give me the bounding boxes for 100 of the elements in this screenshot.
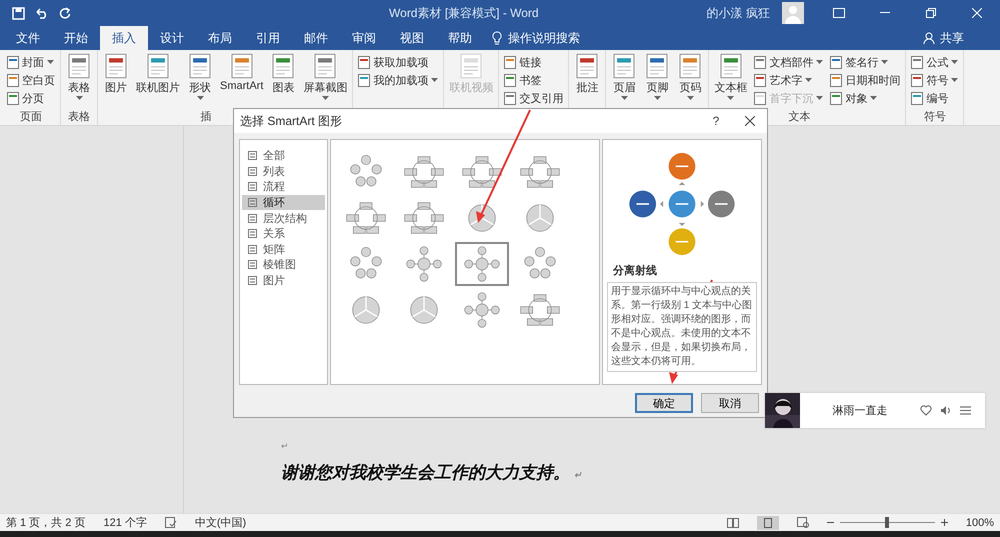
ribbon-button[interactable]: 页眉 [609,53,640,107]
page-icon [504,74,516,86]
page-icon [312,53,338,79]
ribbon-button[interactable]: 图表 [268,53,298,107]
close-icon [972,8,982,18]
category-item[interactable]: 图片 [242,272,325,288]
language-status[interactable]: 中文(中国) [194,515,246,530]
dialog-button[interactable]: 确定 [635,393,693,413]
ribbon-button[interactable]: 符号 [909,71,960,89]
layout-description: 用于显示循环中与中心观点的关系。第一行级别 1 文本与中心图形相对应。强调环绕的图形，而不是中心观点。未使用的文本不会显示，但是，如果切换布局，这些文本仍将可用。 [607,282,757,372]
undo-icon[interactable] [35,7,49,19]
page-count[interactable]: 第 1 页，共 2 页 [6,515,86,530]
zoom-in-icon[interactable] [940,519,948,526]
save-icon[interactable] [12,6,25,20]
ribbon-tab[interactable]: 邮件 [292,26,340,50]
ribbon-button[interactable]: 图片 [101,53,131,107]
heart-icon[interactable] [920,405,932,416]
dialog-button[interactable]: 取消 [701,393,759,413]
page-icon [911,56,924,68]
page-icon [7,92,19,104]
ribbon-button[interactable]: 公式 [909,53,960,71]
page-icon [458,53,484,79]
ribbon-button[interactable]: 我的加载项 [356,71,440,89]
category-item[interactable]: 全部 [242,148,325,164]
ribbon-button[interactable]: 形状 [185,53,215,107]
ribbon-tab[interactable]: 设计 [148,26,196,50]
ribbon-button[interactable]: 交叉引用 [502,89,566,107]
word-count[interactable]: 121 个字 [103,515,147,530]
category-icon [248,151,257,160]
ribbon-button[interactable]: 批注 [572,53,602,107]
lightbulb-icon [492,31,502,45]
ribbon-button[interactable]: 文档部件 [752,53,826,71]
page-icon [754,92,766,104]
ribbon-tab[interactable]: 视图 [388,26,436,50]
ribbon-button[interactable]: 文本框 [712,53,750,107]
category-item[interactable]: 循环 [242,194,325,210]
ribbon-button[interactable]: 空白页 [5,71,57,89]
page-icon [228,53,255,79]
ribbon-button[interactable]: 艺术字 [752,71,826,89]
category-icon [248,229,257,238]
category-item[interactable]: 关系 [242,226,325,242]
paragraph-mark: ↵ [574,470,582,480]
ribbon-button[interactable]: 链接 [502,53,566,71]
page-icon [644,53,670,79]
person-icon [923,32,935,44]
web-layout-icon[interactable] [796,517,809,528]
ribbon-tab[interactable]: 插入 [100,26,148,50]
ribbon-tab[interactable]: 审阅 [340,26,388,50]
ribbon-button[interactable]: 屏幕截图 [301,53,350,107]
ribbon-button[interactable]: 书签 [502,71,566,89]
print-layout-icon[interactable] [756,516,779,530]
window-icon [833,8,845,18]
page-icon [718,53,744,79]
category-icon [248,214,257,223]
page-icon [677,53,704,79]
ribbon-button[interactable]: 页脚 [642,53,672,107]
read-mode-icon[interactable] [726,518,739,528]
ribbon-button[interactable]: 页码 [675,53,706,107]
category-item[interactable]: 层次结构 [242,210,325,226]
layout-title: 分离射线 [613,264,658,278]
ribbon-tab[interactable]: 文件 [4,26,52,50]
category-icon [248,198,257,208]
ribbon-button[interactable]: 联机图片 [134,53,182,107]
slider-thumb[interactable] [885,517,890,528]
share-button[interactable]: 共享 [911,26,976,50]
ribbon-button[interactable]: 分页 [5,89,57,107]
redo-icon[interactable] [59,7,71,19]
ribbon-tab[interactable]: 帮助 [436,26,484,50]
playlist-icon[interactable] [960,406,971,415]
group-label: 文本 [788,111,810,123]
ribbon-button[interactable]: 日期和时间 [828,71,902,89]
proofing-icon[interactable] [164,517,177,528]
ribbon-button[interactable]: 表格 [64,53,94,107]
ribbon-button[interactable]: 获取加载项 [356,53,440,71]
category-item[interactable]: 流程 [242,179,325,195]
category-item[interactable]: 棱锥图 [242,257,325,273]
page-icon [911,74,924,86]
ribbon-tab[interactable]: 布局 [196,26,244,50]
zoom-out-icon[interactable] [826,519,834,526]
page-icon [270,53,296,79]
zoom-level[interactable]: 100% [966,516,994,528]
tell-me-search[interactable]: 操作说明搜索 [508,30,580,46]
help-button[interactable]: ? [699,109,733,133]
ribbon-button[interactable]: 编号 [909,89,960,107]
ribbon-tab[interactable]: 引用 [244,26,292,50]
ribbon-tab[interactable]: 开始 [52,26,100,50]
layout-thumbnail[interactable] [455,242,509,286]
ribbon-button[interactable]: 对象 [828,89,902,107]
page-icon [504,56,516,68]
ribbon-button[interactable]: 封面 [5,53,57,71]
dialog-title: 选择 SmartArt 图形 [240,112,344,130]
group-label: 插 [200,111,212,123]
page-icon [145,53,171,79]
volume-icon[interactable] [940,405,952,416]
ribbon-button[interactable]: SmartArt [218,53,266,107]
category-item[interactable]: 列表 [242,164,325,180]
page-icon [754,56,766,68]
category-item[interactable]: 矩阵 [242,242,325,258]
ribbon-button[interactable]: 签名行 [828,53,902,71]
page-icon [66,53,92,79]
